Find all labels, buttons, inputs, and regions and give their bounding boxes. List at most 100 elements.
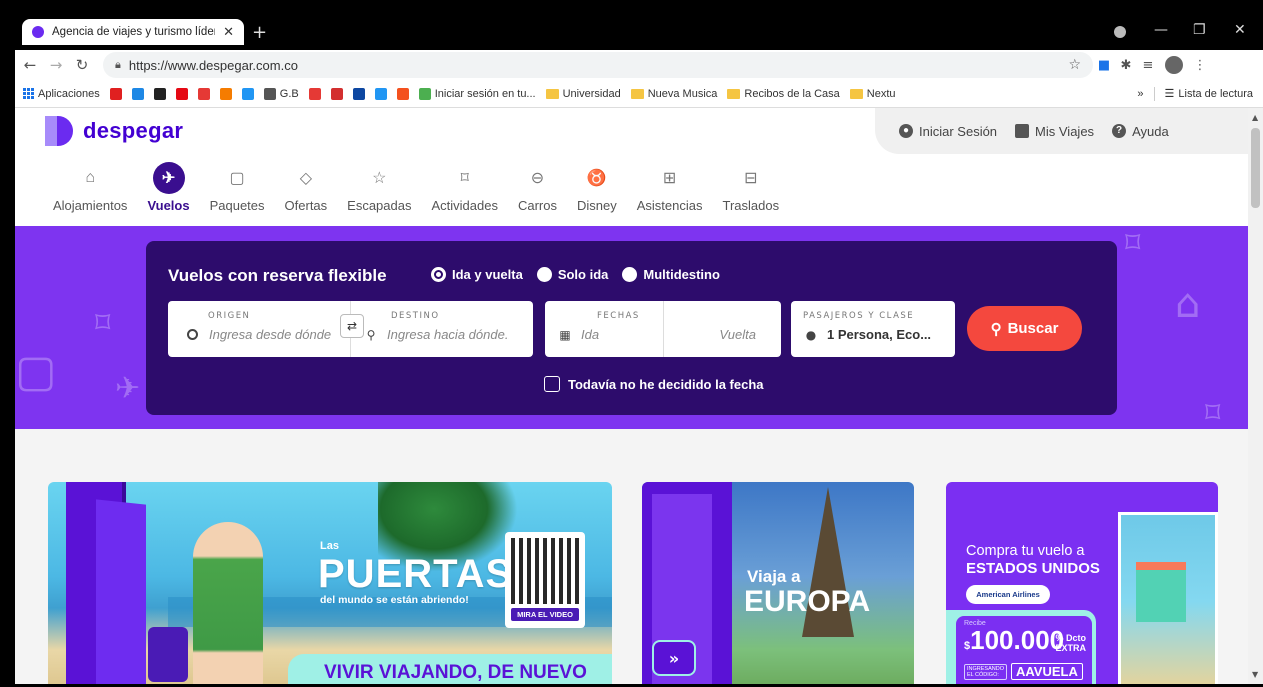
close-window-icon[interactable]: ✕ [1234, 22, 1246, 38]
promo-banner-usa[interactable]: Compra tu vuelo a ESTADOS UNIDOS America… [946, 482, 1218, 684]
scrollbar-thumb[interactable] [1251, 128, 1260, 208]
product-tab-label: Ofertas [284, 198, 328, 213]
media-queue-icon[interactable]: ≡ [1137, 58, 1159, 73]
destination-input[interactable] [387, 327, 509, 342]
search-button[interactable]: ⚲ Buscar [967, 306, 1082, 351]
profile-avatar[interactable] [1165, 56, 1183, 74]
scroll-down-icon[interactable]: ▼ [1252, 670, 1258, 679]
reload-icon[interactable]: ↻ [71, 56, 93, 74]
product-tab-vuelos[interactable]: ✈ Vuelos [137, 162, 200, 229]
bookmark-item[interactable]: Nueva Musica [630, 88, 717, 100]
bookmark-item[interactable] [374, 87, 387, 100]
product-tab-asistencias[interactable]: ⊞ Asistencias [627, 164, 713, 226]
scroll-up-icon[interactable]: ▲ [1252, 113, 1258, 122]
bookmark-item[interactable] [219, 87, 232, 100]
promo-code-caption: INGRESANDO EL CÓDIGO: [964, 663, 1007, 680]
destination-field[interactable]: DESTINO ⚲ [351, 301, 533, 357]
bookmark-label: Recibos de la Casa [744, 87, 840, 100]
promo-code-row: INGRESANDO EL CÓDIGO: AAVUELA [964, 663, 1084, 680]
origin-input[interactable] [209, 327, 331, 342]
product-tab-carros[interactable]: ⊖ Carros [508, 164, 567, 226]
login-link[interactable]: ● Iniciar Sesión [899, 124, 997, 139]
no-date-checkbox[interactable]: Todavía no he decidido la fecha [544, 376, 764, 392]
site-favicon-icon [374, 87, 387, 100]
browser-tab[interactable]: Agencia de viajes y turismo líder ✕ [22, 19, 244, 45]
passengers-field[interactable]: PASAJEROS Y CLASE ● 1 Persona, Eco... [791, 301, 955, 357]
new-tab-icon[interactable]: + [252, 22, 267, 43]
product-tab-disney[interactable]: ♉ Disney [567, 164, 627, 226]
trip-type-label: Ida y vuelta [452, 267, 523, 282]
depart-date-field[interactable]: FECHAS ▦ [545, 301, 663, 357]
reading-list-button[interactable]: ☰ Lista de lectura [1165, 87, 1253, 101]
url-text[interactable]: https://www.despegar.com.co [129, 58, 1061, 73]
bookmark-item[interactable] [330, 87, 343, 100]
site-favicon-icon [153, 87, 166, 100]
extensions-puzzle-icon[interactable]: ✱ [1115, 58, 1137, 73]
product-tab-label: Asistencias [636, 198, 703, 213]
bookmark-item[interactable] [352, 87, 365, 100]
site-favicon-icon [352, 87, 365, 100]
trip-type-multi[interactable]: Multidestino [622, 267, 720, 282]
restore-icon[interactable]: ❐ [1193, 22, 1206, 38]
bookmark-item[interactable]: Iniciar sesión en tu... [418, 87, 536, 100]
help-label: Ayuda [1132, 123, 1169, 139]
apps-grid-icon [23, 88, 34, 99]
profile-indicator-icon[interactable] [1114, 26, 1126, 38]
mickey-icon: ♉ [586, 170, 607, 187]
help-link[interactable]: ? Ayuda [1112, 124, 1169, 139]
trip-type-one-way[interactable]: Solo ida [536, 267, 608, 282]
back-icon[interactable]: ← [19, 56, 41, 74]
my-trips-link[interactable]: Mis Viajes [1015, 124, 1094, 139]
menu-kebab-icon[interactable]: ⋮ [1189, 58, 1211, 73]
promo-next-button[interactable]: » [652, 640, 696, 676]
bookmark-item[interactable]: Nextu [849, 88, 896, 100]
minimize-icon[interactable]: — [1154, 22, 1168, 38]
bookmark-item[interactable] [109, 87, 122, 100]
folder-icon [849, 88, 863, 99]
promo-banner-puertas[interactable]: Las PUERTAS del mundo se están abriendo!… [48, 482, 612, 684]
american-airlines-logo: American Airlines [966, 585, 1050, 604]
bed-deco-icon: ⌂ [1175, 281, 1201, 327]
product-tab-ofertas[interactable]: ◇ Ofertas [275, 164, 338, 226]
product-tab-traslados[interactable]: ⊟ Traslados [712, 164, 789, 226]
swap-route-button[interactable]: ⇄ [340, 314, 364, 338]
bookmark-item[interactable] [396, 87, 409, 100]
address-bar[interactable]: 🔒︎ https://www.despegar.com.co ☆ [103, 52, 1093, 78]
origin-field[interactable]: ORIGEN [168, 301, 350, 357]
bookmark-item[interactable] [197, 87, 210, 100]
qr-code[interactable]: MIRA EL VIDEO [505, 532, 585, 628]
bookmark-item[interactable] [153, 87, 166, 100]
product-tab-alojamientos[interactable]: ⌂ Alojamientos [43, 164, 137, 226]
site-favicon-icon [241, 87, 254, 100]
bookmark-item[interactable]: G.B [263, 87, 299, 100]
bookmark-item[interactable] [308, 87, 321, 100]
lock-icon: 🔒︎ [115, 58, 121, 71]
despegar-logo[interactable]: despegar [45, 116, 183, 146]
bookmark-item[interactable] [241, 87, 254, 100]
page-scrollbar[interactable]: ▲ ▼ [1248, 108, 1263, 684]
return-date-input[interactable] [676, 327, 756, 342]
bookmark-star-icon[interactable]: ☆ [1068, 57, 1081, 73]
bookmark-item[interactable]: Universidad [545, 88, 621, 100]
plane-icon: ✈ [152, 162, 185, 194]
return-date-field[interactable] [664, 301, 781, 357]
search-button-label: Buscar [1007, 320, 1059, 337]
depart-date-input[interactable] [581, 327, 651, 342]
search-title: Vuelos con reserva flexible [168, 266, 387, 285]
promo-banner-europa[interactable]: Viaja a EUROPA » [642, 482, 914, 684]
trip-type-round-trip[interactable]: Ida y vuelta [431, 267, 523, 282]
trip-type-selector: Ida y vuelta Solo ida Multidestino [431, 267, 720, 282]
translate-extension-icon[interactable]: ■ [1093, 58, 1115, 73]
bookmark-item[interactable]: Recibos de la Casa [727, 87, 840, 100]
forward-icon[interactable]: → [45, 56, 67, 74]
product-tab-paquetes[interactable]: ▢ Paquetes [200, 164, 275, 226]
product-tab-actividades[interactable]: ⌑ Actividades [421, 164, 507, 226]
bookmarks-overflow-button[interactable]: » [1137, 88, 1143, 100]
bookmark-item[interactable] [175, 87, 188, 100]
bookmark-item[interactable] [131, 87, 144, 100]
site-favicon-icon [308, 87, 321, 100]
product-tab-escapadas[interactable]: ☆ Escapadas [337, 164, 421, 226]
close-tab-icon[interactable]: ✕ [223, 25, 234, 40]
site-favicon-icon [330, 87, 343, 100]
bookmark-item[interactable]: Aplicaciones [23, 88, 100, 100]
